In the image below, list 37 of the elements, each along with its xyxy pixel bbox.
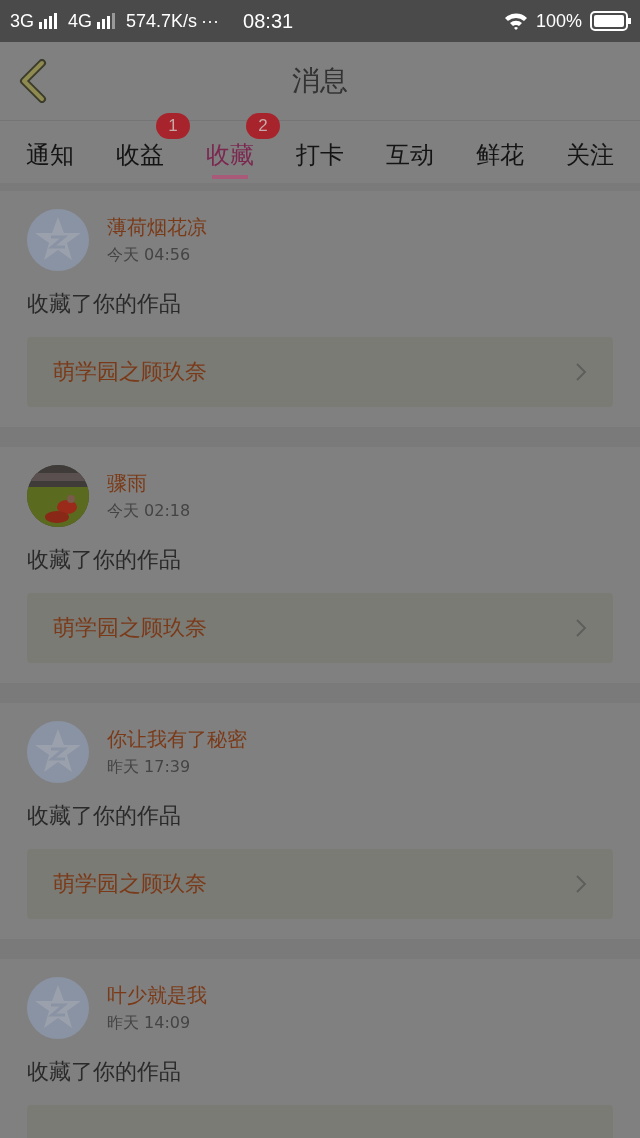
message-text: 收藏了你的作品 (27, 1058, 182, 1086)
user-name[interactable]: 薄荷烟花凉 (107, 214, 207, 241)
battery-percent: 100% (535, 10, 582, 32)
tab[interactable]: 互动 (372, 121, 448, 183)
tab[interactable]: 鲜花 (462, 121, 538, 183)
message-text: 收藏了你的作品 (27, 546, 182, 574)
user-name[interactable]: 你让我有了秘密 (107, 726, 247, 753)
more-indicator: ··· (201, 10, 220, 32)
tab[interactable]: 打卡 (282, 121, 358, 183)
count-badge: 2 (246, 113, 280, 139)
signal-icon (96, 13, 117, 29)
timestamp: 今天 02:18 (107, 501, 191, 522)
page-title: 消息 (292, 63, 348, 99)
work-link[interactable]: 萌学园之顾玖奈 (27, 849, 613, 919)
timestamp: 昨天 17:39 (107, 757, 192, 778)
timestamp: 昨天 14:09 (107, 1013, 192, 1034)
user-name[interactable]: 叶少就是我 (107, 982, 207, 1009)
signal-icon (38, 13, 58, 29)
chevron-icon (575, 874, 587, 894)
timestamp: 今天 04:56 (107, 245, 192, 266)
clock: 08:31 (243, 9, 294, 33)
count-badge: 1 (156, 113, 190, 139)
network-speed: 574.7K/s (126, 10, 198, 32)
tab[interactable]: 关注 (552, 121, 628, 183)
chevron-icon (575, 362, 587, 382)
tab[interactable]: 通知 (12, 121, 88, 183)
chevron-icon (575, 618, 587, 638)
work-link[interactable]: 萌学园之顾玖奈 (27, 337, 613, 407)
network-label: 3G (10, 10, 34, 32)
wifi-icon (503, 12, 528, 30)
user-name[interactable]: 骤雨 (107, 470, 191, 497)
battery-icon (590, 11, 632, 31)
message-text: 收藏了你的作品 (27, 290, 182, 318)
back-icon[interactable] (18, 59, 48, 103)
network-label: 4G (68, 10, 93, 32)
work-link[interactable]: 萌学园之顾玖奈 (27, 593, 613, 663)
message-text: 收藏了你的作品 (27, 802, 182, 830)
